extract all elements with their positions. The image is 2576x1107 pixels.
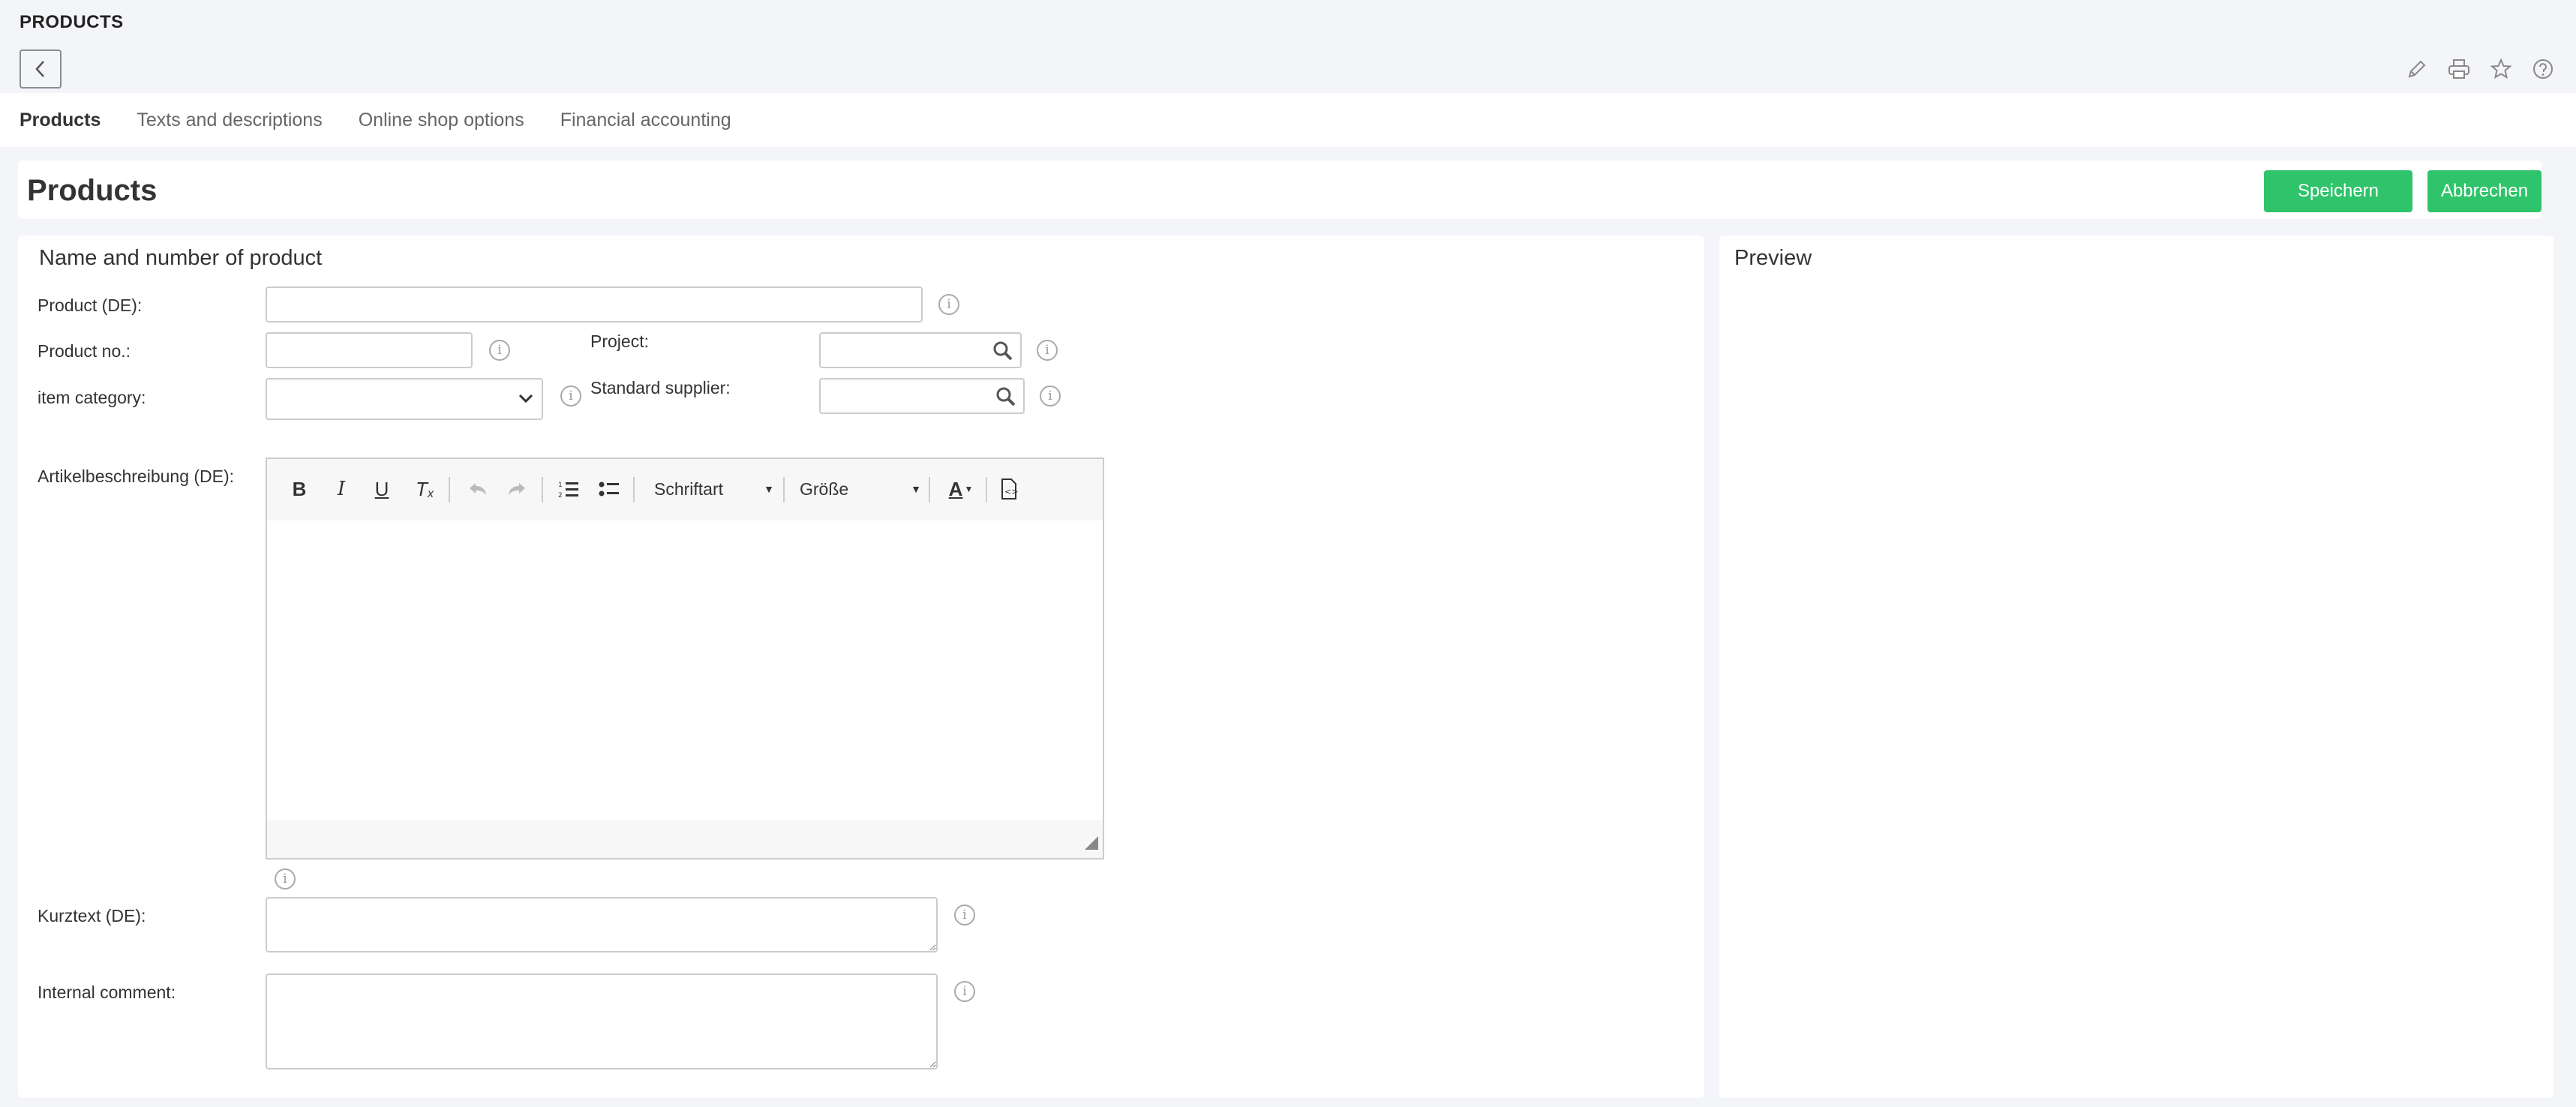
chevron-left-icon [35,61,44,77]
editor-content[interactable] [267,520,1103,820]
toolbar-divider [449,477,450,502]
cancel-button[interactable]: Abbrechen [2427,170,2541,212]
redo-icon[interactable] [504,474,531,504]
star-icon[interactable] [2487,56,2514,82]
tabs: Products Texts and descriptions Online s… [20,110,731,131]
internal-comment-textarea[interactable] [266,974,938,1070]
product-no-label: Product no.: [38,341,131,361]
tab-texts-and-descriptions[interactable]: Texts and descriptions [137,110,322,131]
back-button[interactable] [20,50,62,88]
bold-icon[interactable]: B [288,474,311,504]
info-icon[interactable]: i [938,294,959,315]
svg-text:<>: <> [1004,487,1018,496]
info-icon[interactable]: i [275,868,296,890]
toolbar-divider [783,477,785,502]
product-input[interactable] [266,286,923,322]
toolbar-divider [929,477,930,502]
toolbar-divider [633,477,635,502]
short-text-label: Kurztext (DE): [38,906,146,926]
pencil-icon[interactable] [2403,56,2430,82]
project-label: Project: [590,332,649,351]
caret-down-icon: ▼ [764,483,774,495]
app-title: PRODUCTS [20,12,124,32]
chevron-down-icon [516,387,536,413]
short-text-textarea[interactable] [266,897,938,952]
source-code-icon[interactable]: <> [996,474,1022,504]
numbered-list-icon[interactable]: 12 [555,474,582,504]
page-title: Products [27,174,158,207]
info-icon[interactable]: i [1040,386,1061,406]
standard-supplier-label: Standard supplier: [590,378,731,398]
search-icon[interactable] [995,386,1017,412]
item-category-label: item category: [38,388,146,407]
font-dropdown-label: Schriftart [654,478,724,499]
header-toolbar [2403,56,2556,82]
item-category-select[interactable] [266,378,543,420]
tab-financial-accounting[interactable]: Financial accounting [560,110,731,131]
info-icon[interactable]: i [489,340,510,361]
printer-icon[interactable] [2445,56,2472,82]
undo-icon[interactable] [464,474,491,504]
preview-panel [1719,236,2553,1098]
svg-text:2: 2 [558,492,563,500]
info-icon[interactable]: i [560,386,581,406]
preview-title: Preview [1734,246,1812,270]
svg-text:1: 1 [558,482,563,489]
internal-comment-label: Internal comment: [38,982,176,1002]
section-title: Name and number of product [39,246,323,270]
product-label: Product (DE): [38,296,143,315]
standard-supplier-field[interactable] [819,378,1025,414]
rich-text-editor: B I U Tx 12 Schriftart ▼ Größe ▼ A ▼ <> [266,458,1104,860]
info-icon[interactable]: i [954,981,975,1002]
tab-online-shop-options[interactable]: Online shop options [359,110,524,131]
title-panel [18,160,2541,219]
text-color-icon[interactable]: A ▼ [942,474,980,504]
size-dropdown-label: Größe [800,478,849,499]
save-button[interactable]: Speichern [2264,170,2412,212]
caret-down-icon: ▼ [911,483,921,495]
underline-icon[interactable]: U [371,474,393,504]
info-icon[interactable]: i [954,904,975,926]
info-icon[interactable]: i [1037,340,1058,361]
editor-toolbar: B I U Tx 12 Schriftart ▼ Größe ▼ A ▼ <> [267,459,1103,520]
italic-icon[interactable]: I [330,474,353,504]
toolbar-divider [542,477,543,502]
description-label: Artikelbeschreibung (DE): [38,466,235,486]
toolbar-divider [986,477,987,502]
font-dropdown[interactable]: Schriftart ▼ [654,476,774,502]
project-field[interactable] [819,332,1022,368]
editor-statusbar [267,820,1103,858]
tab-products[interactable]: Products [20,110,101,131]
resize-handle-icon[interactable] [1085,836,1098,854]
clear-format-icon[interactable]: Tx [411,474,438,504]
search-icon[interactable] [992,340,1014,366]
bullet-list-icon[interactable] [596,474,623,504]
product-no-input[interactable] [266,332,473,368]
size-dropdown[interactable]: Größe ▼ [800,476,921,502]
help-icon[interactable] [2529,56,2556,82]
